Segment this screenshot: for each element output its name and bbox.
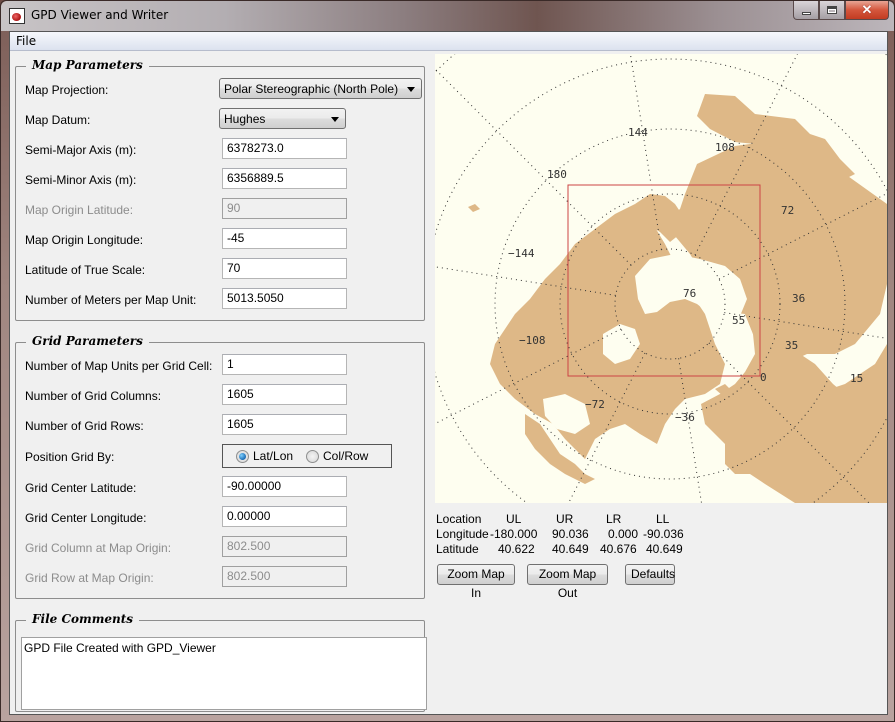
group-title: Grid Parameters — [26, 334, 149, 348]
grid-rows-label: Number of Grid Rows: — [25, 419, 144, 433]
meters-per-unit-label: Number of Meters per Map Unit: — [25, 293, 197, 307]
table-cell: 40.622 — [498, 542, 535, 556]
group-title: File Comments — [26, 612, 140, 626]
position-grid-by-group: Lat/Lon Col/Row — [222, 444, 392, 468]
map-view[interactable]: 144 108 180 72 −144 76 36 55 −108 35 0 15 −72 −36 — [435, 54, 887, 503]
chevron-down-icon — [331, 117, 339, 122]
table-header: Location — [436, 512, 482, 526]
table-cell: 40.649 — [646, 542, 683, 556]
close-button[interactable]: ✕ — [845, 1, 889, 20]
zoom-map-out-button[interactable]: Zoom Map Out — [527, 564, 608, 600]
app-icon[interactable] — [9, 8, 25, 24]
table-header: LR — [606, 512, 622, 526]
table-row-label: Latitude — [436, 542, 479, 556]
meters-per-unit-input[interactable]: 5013.5050 — [222, 288, 347, 309]
semi-minor-label: Semi-Minor Axis (m): — [25, 173, 137, 187]
true-scale-input[interactable]: 70 — [222, 258, 347, 279]
center-longitude-input[interactable]: 0.00000 — [222, 506, 347, 527]
map-parameters-group: Map Parameters Map Projection: Polar Ste… — [15, 58, 425, 321]
table-cell: 90.036 — [552, 527, 589, 541]
table-cell: -90.036 — [643, 527, 684, 541]
center-longitude-label: Grid Center Longitude: — [25, 511, 147, 525]
center-latitude-label: Grid Center Latitude: — [25, 481, 137, 495]
zoom-map-in-button[interactable]: Zoom Map In — [437, 564, 515, 600]
graticule-label: −108 — [519, 334, 546, 347]
table-cell: 0.000 — [608, 527, 639, 541]
table-header: UL — [506, 512, 522, 526]
maximize-icon — [827, 6, 837, 14]
graticule-label: 144 — [628, 126, 648, 139]
graticule-label: 72 — [781, 204, 794, 217]
map-projection-value: Polar Stereographic (North Pole) — [224, 82, 399, 96]
window-controls: ✕ — [793, 1, 889, 21]
radio-selected-icon — [236, 449, 249, 463]
defaults-button[interactable]: Defaults — [625, 564, 675, 585]
origin-longitude-input[interactable]: -45 — [222, 228, 347, 249]
app-window: GPD Viewer and Writer ✕ File Map Paramet… — [0, 0, 895, 722]
land-aleutians — [468, 204, 480, 212]
origin-longitude-label: Map Origin Longitude: — [25, 233, 144, 247]
row-at-origin-label: Grid Row at Map Origin: — [25, 571, 154, 585]
map-datum-value: Hughes — [224, 112, 266, 126]
table-header: UR — [556, 512, 574, 526]
grid-rows-input[interactable]: 1605 — [222, 414, 347, 435]
semi-minor-input[interactable]: 6356889.5 — [222, 168, 347, 189]
file-comments-textarea[interactable]: GPD File Created with GPD_Viewer — [21, 637, 427, 710]
file-comments-group: File Comments GPD File Created with GPD_… — [15, 612, 427, 712]
true-scale-label: Latitude of True Scale: — [25, 263, 146, 277]
minimize-button[interactable] — [793, 1, 819, 20]
grid-parameters-group: Grid Parameters Number of Map Units per … — [15, 334, 425, 599]
radio-label: Lat/Lon — [253, 449, 294, 463]
window-title: GPD Viewer and Writer — [31, 8, 169, 22]
semi-major-input[interactable]: 6378273.0 — [222, 138, 347, 159]
grid-columns-label: Number of Grid Columns: — [25, 389, 162, 403]
grid-columns-input[interactable]: 1605 — [222, 384, 347, 405]
group-title: Map Parameters — [26, 58, 149, 72]
origin-latitude-input: 90 — [222, 198, 347, 219]
units-per-cell-label: Number of Map Units per Grid Cell: — [25, 359, 213, 373]
graticule-label: 55 — [732, 314, 745, 327]
menu-file[interactable]: File — [16, 34, 36, 48]
client-area: File Map Parameters Map Projection: Pola… — [9, 31, 888, 715]
table-cell: -180.000 — [490, 527, 538, 541]
minimize-icon — [801, 11, 811, 15]
graticule-label: −36 — [675, 411, 695, 424]
map-projection-label: Map Projection: — [25, 83, 109, 97]
graticule-label: 180 — [547, 168, 567, 181]
table-header: LL — [656, 512, 670, 526]
column-at-origin-label: Grid Column at Map Origin: — [25, 541, 172, 555]
units-per-cell-input[interactable]: 1 — [222, 354, 347, 375]
graticule-label: 15 — [850, 372, 863, 385]
graticule-label: 76 — [683, 287, 696, 300]
graticule-label: 108 — [715, 141, 735, 154]
graticule-label: 35 — [785, 339, 798, 352]
map-canvas: 144 108 180 72 −144 76 36 55 −108 35 0 15 −72 −36 — [435, 54, 887, 503]
map-datum-label: Map Datum: — [25, 113, 91, 127]
semi-major-label: Semi-Major Axis (m): — [25, 143, 137, 157]
table-row-label: Longitude — [436, 527, 489, 541]
chevron-down-icon — [407, 87, 415, 92]
center-latitude-input[interactable]: -90.00000 — [222, 476, 347, 497]
origin-latitude-label: Map Origin Latitude: — [25, 203, 134, 217]
title-bar[interactable]: GPD Viewer and Writer ✕ — [1, 1, 894, 31]
map-projection-select[interactable]: Polar Stereographic (North Pole) — [219, 78, 422, 99]
map-datum-select[interactable]: Hughes — [219, 108, 346, 129]
graticule-label: −144 — [508, 247, 535, 260]
radio-label: Col/Row — [323, 449, 369, 463]
close-icon: ✕ — [861, 2, 873, 17]
radio-col-row[interactable]: Col/Row — [306, 449, 368, 463]
radio-lat-lon[interactable]: Lat/Lon — [236, 449, 293, 463]
table-cell: 40.676 — [600, 542, 637, 556]
menu-bar: File — [10, 32, 887, 51]
table-cell: 40.649 — [552, 542, 589, 556]
maximize-button[interactable] — [819, 1, 845, 20]
graticule-label: 0 — [760, 371, 767, 384]
row-at-origin-input: 802.500 — [222, 566, 347, 587]
column-at-origin-input: 802.500 — [222, 536, 347, 557]
position-grid-by-label: Position Grid By: — [25, 450, 115, 464]
graticule-label: 36 — [792, 292, 805, 305]
radio-unselected-icon — [306, 449, 319, 463]
graticule-label: −72 — [585, 398, 605, 411]
